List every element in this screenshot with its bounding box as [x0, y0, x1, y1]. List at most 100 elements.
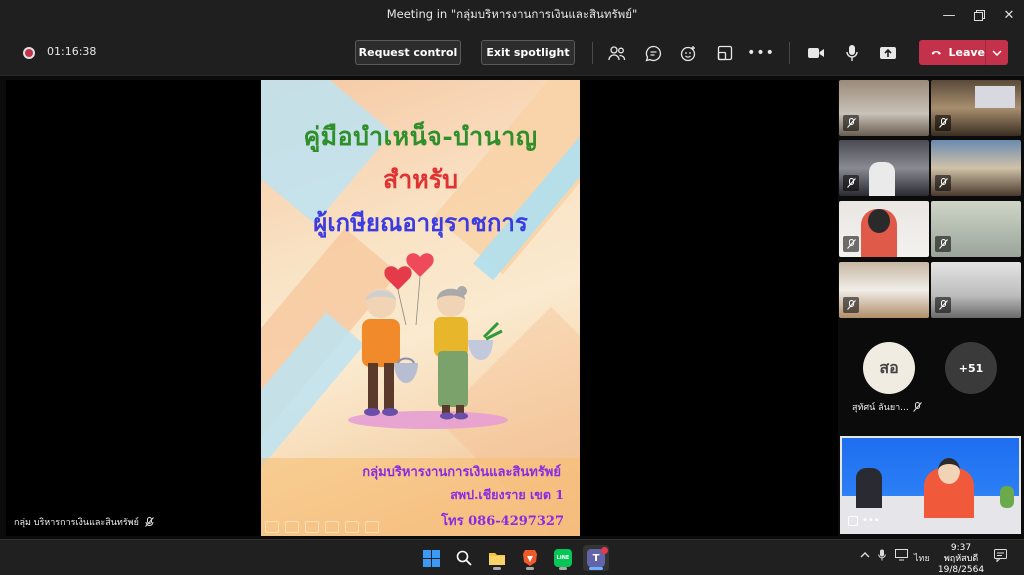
search-button[interactable]: [451, 545, 477, 571]
shared-slide: คู่มือบำเหน็จ-บำนาญ สำหรับ ผู้เกษียณอายุ…: [261, 80, 580, 536]
microphone-button[interactable]: [841, 42, 863, 64]
running-indicator: [559, 567, 567, 570]
microphone-icon: [878, 549, 886, 561]
file-explorer-button[interactable]: [484, 545, 510, 571]
slide-footer-phone: โทร 086-4297327: [441, 514, 564, 529]
leave-label: Leave: [948, 46, 985, 59]
window-title: Meeting in "กลุ่มบริหารงานการเงินและสินท…: [386, 7, 638, 21]
breakout-rooms-button[interactable]: [714, 42, 736, 64]
participants-button[interactable]: [606, 42, 628, 64]
close-icon: ✕: [1003, 7, 1015, 23]
tile-person-head: [868, 209, 890, 233]
slide-footer-office: สพป.เชียงราย เขต 1: [450, 487, 564, 502]
leave-main[interactable]: Leave: [919, 40, 985, 65]
self-view-person-left: [856, 468, 882, 508]
mic-off-badge: [843, 297, 859, 313]
participant-video-tile[interactable]: [931, 201, 1021, 257]
search-icon: [456, 550, 472, 566]
slide-more-icon[interactable]: [365, 521, 379, 533]
participant-name-label: สุทัศน์ ลันยา...: [852, 400, 922, 414]
line-icon: LINE: [554, 549, 572, 567]
active-indicator: [589, 567, 603, 570]
participant-video-tile[interactable]: [931, 262, 1021, 318]
leave-button[interactable]: Leave: [919, 40, 1008, 65]
running-indicator: [526, 567, 534, 570]
presenter-name-label: กลุ่ม บริหารการเงินและสินทรัพย์: [14, 515, 154, 529]
request-control-button[interactable]: Request control: [355, 40, 461, 65]
reactions-button[interactable]: [678, 42, 700, 64]
mic-off-badge: [935, 115, 951, 131]
participant-avatar[interactable]: สอ: [863, 342, 915, 394]
self-view-person-head: [938, 458, 960, 484]
people-icon: [608, 46, 626, 61]
line-app-button[interactable]: LINE: [550, 545, 576, 571]
avatar-initials: สอ: [879, 357, 899, 377]
chevron-down-icon: [992, 49, 1002, 56]
brave-browser-button[interactable]: [517, 545, 543, 571]
minimize-button[interactable]: —: [932, 0, 966, 30]
clock-time: 9:37: [950, 543, 972, 553]
participant-video-tile[interactable]: [839, 262, 929, 318]
start-button[interactable]: [418, 545, 444, 571]
mic-off-badge: [843, 175, 859, 191]
self-view-plant: [1000, 486, 1014, 508]
clock[interactable]: 9:37 พฤหัสบดี 19/8/2564: [936, 543, 986, 575]
clock-date: 19/8/2564: [937, 565, 985, 575]
exit-spotlight-button[interactable]: Exit spotlight: [481, 40, 575, 65]
language-indicator[interactable]: ไทย: [914, 551, 930, 565]
slide-grid-icon[interactable]: [325, 521, 339, 533]
mic-off-badge: [935, 297, 951, 313]
chat-button[interactable]: [642, 42, 664, 64]
participant-video-tile[interactable]: [839, 80, 929, 136]
more-actions-button[interactable]: •••: [747, 42, 774, 64]
shared-screen-stage: คู่มือบำเหน็จ-บำนาญ สำหรับ ผู้เกษียณอายุ…: [6, 80, 838, 536]
recording-icon: [23, 47, 35, 59]
slide-prev-icon[interactable]: [265, 521, 279, 533]
mic-off-icon: [846, 118, 856, 128]
participant-video-tile[interactable]: [931, 140, 1021, 196]
participant-video-tile[interactable]: [839, 201, 929, 257]
mic-off-icon: [846, 300, 856, 310]
camera-button[interactable]: [805, 42, 827, 64]
more-icon[interactable]: •••: [862, 515, 880, 526]
leave-options-dropdown[interactable]: [986, 49, 1008, 56]
toolbar-divider: [789, 42, 790, 64]
video-camera-icon: [808, 48, 824, 58]
pin-icon[interactable]: [848, 515, 858, 526]
close-window-button[interactable]: ✕: [992, 0, 1024, 30]
slide-title-line3: ผู้เกษียณอายุราชการ: [313, 208, 528, 237]
show-hidden-icons-button[interactable]: [860, 550, 870, 561]
slide-footer-org: กลุ่มบริหารงานการเงินและสินทรัพย์: [362, 465, 561, 480]
mic-off-icon: [938, 178, 948, 188]
minimize-icon: —: [942, 7, 956, 23]
meeting-toolbar: 01:16:38 Request control Exit spotlight …: [0, 30, 1024, 76]
network-tray-icon[interactable]: [895, 549, 908, 564]
participant-video-tile[interactable]: [839, 140, 929, 196]
overflow-count: +51: [958, 361, 984, 375]
notifications-button[interactable]: [994, 549, 1007, 565]
slide-zoom-icon[interactable]: [345, 521, 359, 533]
clock-day: พฤหัสบดี: [943, 554, 979, 564]
notification-icon: [994, 549, 1007, 563]
microphone-icon: [846, 45, 858, 61]
participant-video-tile[interactable]: [931, 80, 1021, 136]
slide-play-icon[interactable]: [285, 521, 299, 533]
participant-name: สุทัศน์ ลันยา...: [852, 403, 909, 413]
self-view-controls: •••: [848, 515, 880, 526]
rooms-icon: [717, 45, 733, 61]
notification-dot: [601, 547, 608, 554]
mic-off-icon: [938, 300, 948, 310]
microphone-tray-icon[interactable]: [878, 549, 886, 564]
mic-off-icon: [846, 239, 856, 249]
teams-app-button[interactable]: T: [583, 545, 609, 571]
self-video-preview[interactable]: •••: [840, 436, 1021, 534]
windows-taskbar: LINE T ไทย 9:37 พฤหัสบดี 19/8/2564: [0, 539, 1024, 575]
running-indicator: [493, 567, 501, 570]
more-participants-button[interactable]: +51: [945, 342, 997, 394]
mic-off-icon: [912, 402, 922, 412]
restore-button[interactable]: [962, 0, 996, 30]
slide-nav-toolbar[interactable]: [265, 521, 379, 533]
share-content-button[interactable]: [877, 42, 899, 64]
slide-pen-icon[interactable]: [305, 521, 319, 533]
elderly-couple-illustration: [348, 253, 508, 429]
